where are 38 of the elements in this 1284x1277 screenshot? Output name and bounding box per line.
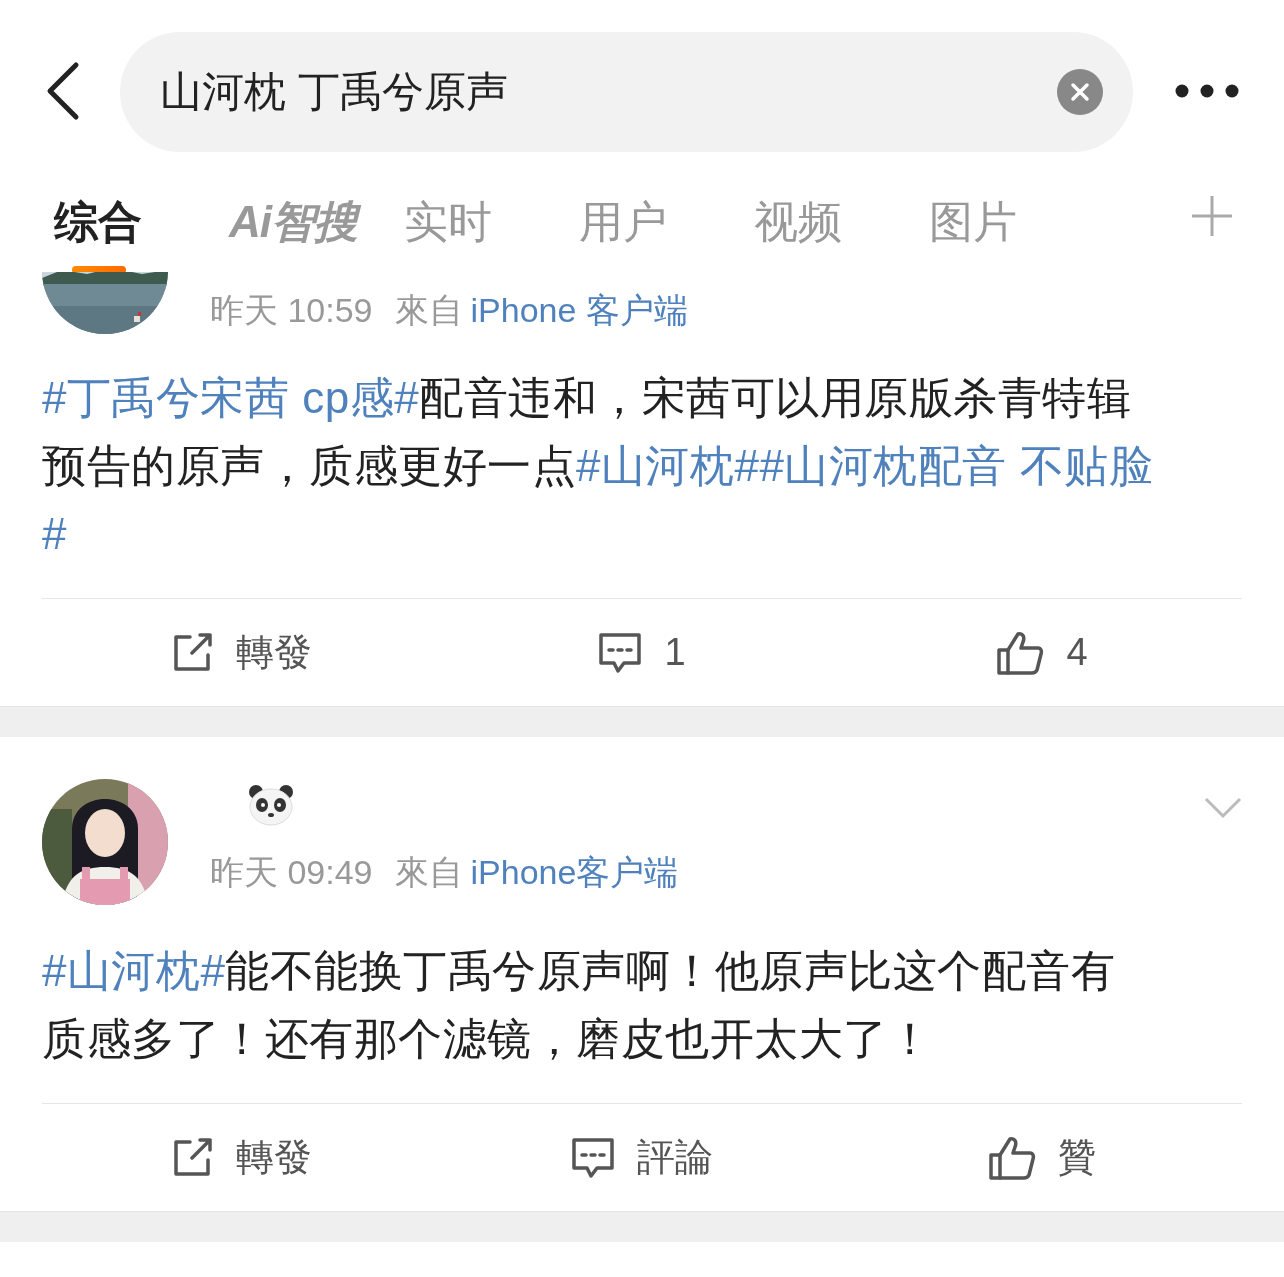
search-bar[interactable]: 山河枕 丁禹兮原声	[120, 32, 1133, 152]
tab[interactable]: 视频	[754, 192, 842, 252]
source-link[interactable]: iPhone客户端	[470, 850, 679, 896]
add-tab-button[interactable]	[1190, 194, 1234, 238]
share-icon	[172, 1137, 214, 1178]
clear-button[interactable]	[1057, 69, 1103, 115]
post-text: #山河枕#能不能换丁禹兮原声啊！他原声比这个配音有 质感多了！还有那个滤镜，磨皮也开太大了！	[42, 945, 1117, 1065]
hashtag-link[interactable]: #山河枕#	[42, 946, 226, 995]
like-button[interactable]: 贊	[842, 1104, 1242, 1211]
repost-button[interactable]: 轉發	[42, 599, 442, 706]
more-icon	[1174, 82, 1240, 99]
comment-icon	[598, 631, 643, 674]
like-button[interactable]: 4	[842, 599, 1242, 706]
post-time: 昨天 10:59	[210, 290, 373, 331]
post-time: 昨天 09:49	[210, 852, 373, 893]
tab[interactable]: 用户	[579, 192, 667, 252]
hashtag-link[interactable]: #山河枕#	[576, 441, 760, 490]
source-link[interactable]: iPhone 客户端	[470, 288, 688, 334]
comment-button[interactable]: 1	[442, 599, 842, 706]
thumbs-up-icon	[988, 1134, 1036, 1181]
tab[interactable]: 综合	[54, 192, 142, 252]
comment-icon	[571, 1136, 615, 1179]
close-icon	[1070, 82, 1090, 102]
share-icon	[172, 632, 214, 673]
repost-button[interactable]: 轉發	[42, 1104, 442, 1211]
post-text: #丁禹兮宋茜 cp感#配音违和，宋茜可以用原版杀青特辑 预告的原声，质感更好一点#山河枕##山河枕配音 不贴脸 #	[42, 372, 1155, 560]
search-field[interactable]: 山河枕 丁禹兮原声	[158, 67, 1057, 117]
tab[interactable]: 图片	[929, 192, 1017, 252]
hashtag-link[interactable]: #山河枕配音 不贴脸	[759, 441, 1154, 490]
hashtag-link[interactable]: #丁禹兮宋茜 cp感#	[42, 373, 420, 422]
thumbs-up-icon	[996, 629, 1045, 676]
hashtag-link[interactable]: #	[42, 509, 67, 558]
tab[interactable]: 实时	[404, 192, 492, 252]
comment-button[interactable]: 評論	[442, 1104, 842, 1211]
plus-icon	[1190, 194, 1234, 238]
chevron-down-icon[interactable]	[1204, 797, 1242, 819]
source-label: 來自	[394, 852, 463, 893]
source-label: 來自	[394, 290, 463, 331]
